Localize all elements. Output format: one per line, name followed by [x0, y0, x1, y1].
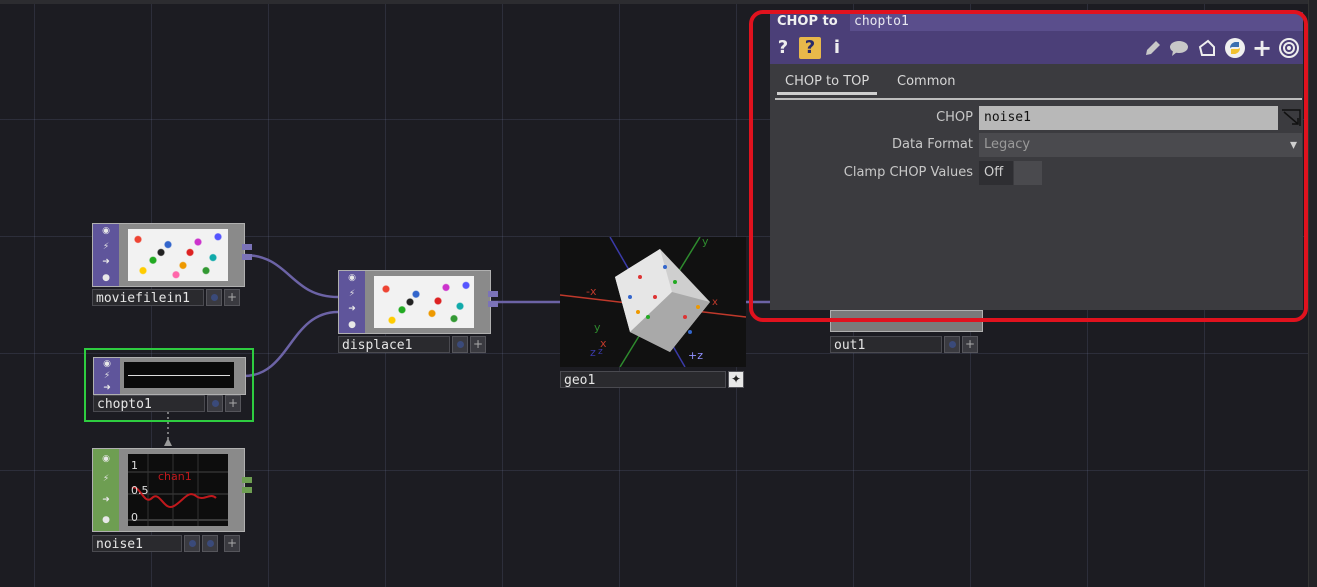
viewer-icon[interactable]: ●: [347, 320, 358, 331]
export-arrow: [164, 438, 172, 446]
axis-label-z: z: [590, 346, 596, 359]
lock-icon[interactable]: ⚡: [101, 242, 112, 253]
graph-label-1: 1: [131, 459, 138, 472]
bypass-icon[interactable]: ◉: [101, 454, 112, 465]
graph-label-0: 0: [131, 511, 138, 524]
node-name[interactable]: displace1: [338, 336, 450, 353]
viewer-icon[interactable]: ●: [101, 273, 112, 284]
display-flag-button[interactable]: +: [470, 336, 486, 353]
viewer-icon[interactable]: ●: [101, 515, 112, 526]
display-flag-button[interactable]: +: [225, 395, 241, 412]
node-name[interactable]: noise1: [92, 535, 182, 552]
node-noise1[interactable]: ◉ ⚡ ➜ ● 1 0.5 0 chan1 noise1 +: [92, 448, 252, 553]
viewer-toggle-button[interactable]: [206, 289, 222, 306]
node-chopto1[interactable]: ◉ ⚡ ➜ chopto1 +: [84, 348, 254, 422]
display-icon[interactable]: ➜: [101, 257, 112, 268]
viewer-toggle-button[interactable]: [207, 395, 223, 412]
node-side-buttons[interactable]: ◉ ⚡ ➜ ●: [93, 224, 119, 286]
axis-label-neg-x: -x: [586, 285, 597, 298]
bypass-icon[interactable]: ◉: [101, 226, 112, 237]
node-thumbnail: [124, 362, 234, 388]
display-flag-button[interactable]: +: [224, 289, 240, 306]
geo-viewport: -x x y y z z +z x: [560, 237, 746, 367]
viewer-toggle-button[interactable]: [452, 336, 468, 353]
node-name[interactable]: geo1: [560, 371, 726, 388]
graph-label-half: 0.5: [131, 484, 149, 497]
lock-icon[interactable]: ⚡: [101, 474, 112, 485]
display-icon[interactable]: ➜: [347, 304, 358, 315]
viewer-toggle-button[interactable]: [184, 535, 200, 552]
chop-graph: 1 0.5 0 chan1: [128, 454, 228, 526]
node-moviefilein1[interactable]: ◉ ⚡ ➜ ● moviefilein1 +: [92, 223, 252, 308]
bypass-icon[interactable]: ◉: [102, 359, 113, 370]
node-name[interactable]: out1: [830, 336, 942, 353]
lock-icon[interactable]: ⚡: [347, 289, 358, 300]
node-name[interactable]: chopto1: [93, 395, 205, 412]
node-side-buttons[interactable]: ◉ ⚡ ➜: [94, 358, 120, 394]
node-geo1[interactable]: -x x y y z z +z x geo1 ✦: [560, 237, 748, 392]
display-flag-button[interactable]: +: [962, 336, 978, 353]
lock-icon[interactable]: ⚡: [102, 371, 113, 382]
bypass-toggle-button[interactable]: [202, 535, 218, 552]
geo-scene: [560, 237, 746, 367]
node-thumbnail: [128, 229, 228, 281]
node-side-buttons[interactable]: ◉ ⚡ ➜ ●: [339, 271, 365, 333]
display-icon[interactable]: ➜: [102, 383, 113, 394]
bypass-icon[interactable]: ◉: [347, 273, 358, 284]
axis-label-y: y: [594, 321, 601, 334]
node-name[interactable]: moviefilein1: [92, 289, 204, 306]
axis-label-y-top: y: [702, 237, 709, 248]
wire-chopto-to-displace: [243, 310, 339, 378]
node-thumbnail: [374, 276, 474, 328]
viewer-toggle-button[interactable]: [944, 336, 960, 353]
node-side-buttons[interactable]: ◉ ⚡ ➜ ●: [93, 449, 119, 531]
node-displace1[interactable]: ◉ ⚡ ➜ ● displace1 +: [338, 270, 498, 355]
axis-label-x-right: x: [712, 297, 718, 308]
highlight-outline: [749, 10, 1308, 322]
axis-label-pos-z: +z: [688, 349, 703, 362]
axis-label-z-mini: z: [598, 347, 603, 357]
channel-label: chan1: [158, 470, 192, 483]
display-flag-button[interactable]: +: [224, 535, 240, 552]
wire-moviefilein-to-displace: [243, 253, 339, 299]
display-flag-button[interactable]: ✦: [728, 371, 744, 388]
display-icon[interactable]: ➜: [101, 495, 112, 506]
